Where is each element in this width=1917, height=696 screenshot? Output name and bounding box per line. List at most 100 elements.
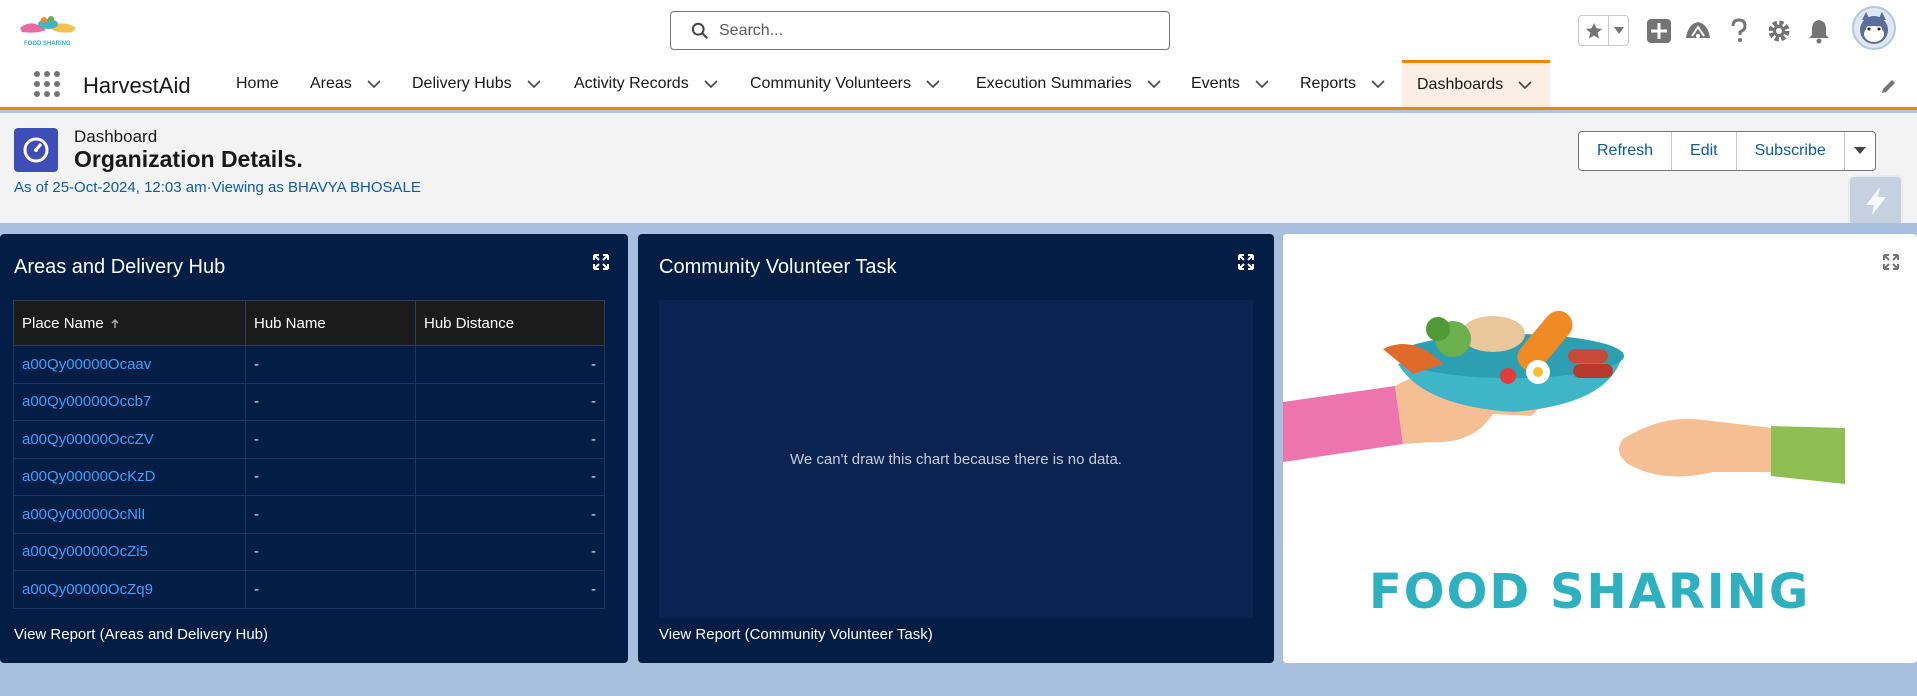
food-sharing-logo[interactable]: FOOD SHARING bbox=[16, 12, 82, 48]
edit-button[interactable]: Edit bbox=[1672, 132, 1737, 170]
page-title: Organization Details. bbox=[74, 146, 303, 172]
table-row: a00Qy00000Ocaav - - bbox=[13, 345, 605, 384]
hub-distance-cell: - bbox=[415, 382, 605, 421]
app-launcher-icon[interactable] bbox=[33, 70, 61, 98]
floating-lightning-button[interactable] bbox=[1848, 175, 1903, 227]
column-header-hub-name[interactable]: Hub Name bbox=[245, 300, 416, 346]
column-header-hub-distance[interactable]: Hub Distance bbox=[415, 300, 605, 346]
expand-icon[interactable] bbox=[593, 254, 609, 270]
hub-name-cell: - bbox=[245, 345, 416, 384]
chevron-down-icon[interactable] bbox=[1517, 77, 1533, 93]
app-navigation-bar: HarvestAid Home Areas Delivery Hubs Acti… bbox=[0, 60, 1917, 110]
nav-tab-label: Execution Summaries bbox=[976, 74, 1132, 92]
dashboard-gauge-icon bbox=[14, 128, 58, 172]
column-header-place-name[interactable]: Place Name bbox=[13, 300, 246, 346]
global-add-icon[interactable] bbox=[1645, 17, 1673, 45]
expand-icon[interactable] bbox=[1238, 254, 1254, 270]
view-report-link[interactable]: View Report (Areas and Delivery Hub) bbox=[14, 626, 268, 643]
nav-tab-delivery-hubs[interactable]: Delivery Hubs bbox=[412, 60, 542, 107]
logo-text: FOOD SHARING bbox=[24, 41, 71, 47]
chevron-down-icon[interactable] bbox=[1370, 76, 1386, 92]
search-icon bbox=[691, 22, 708, 39]
more-actions-button[interactable] bbox=[1844, 132, 1875, 170]
search-input[interactable] bbox=[719, 21, 1139, 40]
help-icon[interactable] bbox=[1725, 17, 1753, 45]
chevron-down-icon[interactable] bbox=[1146, 76, 1162, 92]
food-sharing-image-panel: FOOD SHARING bbox=[1283, 234, 1917, 663]
view-report-link[interactable]: View Report (Community Volunteer Task) bbox=[659, 626, 933, 643]
hub-name-cell: - bbox=[245, 570, 416, 609]
place-name-link[interactable]: a00Qy00000OccZV bbox=[13, 420, 246, 459]
table-row: a00Qy00000OcZi5 - - bbox=[13, 532, 605, 571]
nav-tab-label: Community Volunteers bbox=[750, 74, 911, 92]
community-volunteer-task-panel: Community Volunteer Task We can't draw t… bbox=[638, 234, 1274, 663]
table-row: a00Qy00000Occb7 - - bbox=[13, 382, 605, 421]
notification-bell-icon[interactable] bbox=[1805, 17, 1833, 45]
nav-tab-reports[interactable]: Reports bbox=[1300, 60, 1386, 107]
areas-delivery-hub-panel: Areas and Delivery Hub Place Name Hub Na… bbox=[0, 234, 628, 663]
lightning-icon bbox=[1865, 187, 1886, 215]
app-name: HarvestAid bbox=[83, 73, 191, 98]
nav-tab-community-volunteers[interactable]: Community Volunteers bbox=[750, 60, 941, 107]
place-name-link[interactable]: a00Qy00000OcKzD bbox=[13, 457, 246, 496]
nav-tab-areas[interactable]: Areas bbox=[310, 60, 382, 107]
gear-icon[interactable] bbox=[1765, 17, 1793, 45]
star-icon[interactable] bbox=[1579, 16, 1609, 45]
hub-name-cell: - bbox=[245, 420, 416, 459]
hub-name-cell: - bbox=[245, 532, 416, 571]
nav-tab-label: Reports bbox=[1300, 74, 1357, 92]
chevron-down-icon[interactable] bbox=[925, 76, 941, 92]
table-row: a00Qy00000OccZV - - bbox=[13, 420, 605, 459]
areas-table: Place Name Hub Name Hub Distance a00Qy00… bbox=[13, 300, 605, 609]
hub-distance-cell: - bbox=[415, 345, 605, 384]
chevron-down-icon[interactable] bbox=[366, 76, 382, 92]
favorites-control[interactable] bbox=[1578, 15, 1629, 46]
place-name-link[interactable]: a00Qy00000OcNlI bbox=[13, 495, 246, 534]
nav-tab-label: Areas bbox=[310, 74, 352, 92]
nav-tab-label: Home bbox=[236, 74, 279, 92]
refresh-button[interactable]: Refresh bbox=[1579, 132, 1673, 170]
table-row: a00Qy00000OcKzD - - bbox=[13, 457, 605, 496]
trailhead-icon[interactable] bbox=[1684, 17, 1712, 45]
subscribe-button[interactable]: Subscribe bbox=[1736, 132, 1845, 170]
empty-state-message: We can't draw this chart because there i… bbox=[790, 450, 1122, 468]
chevron-down-icon[interactable] bbox=[1254, 76, 1270, 92]
place-name-link[interactable]: a00Qy00000OcZi5 bbox=[13, 532, 246, 571]
nav-tab-label: Delivery Hubs bbox=[412, 74, 512, 92]
hub-distance-cell: - bbox=[415, 570, 605, 609]
nav-tab-activity-records[interactable]: Activity Records bbox=[574, 60, 719, 107]
favorites-menu-icon[interactable] bbox=[1609, 16, 1628, 45]
dashboard-actions: Refresh Edit Subscribe bbox=[1578, 131, 1876, 171]
caret-down-icon bbox=[1853, 147, 1866, 154]
nav-tab-dashboards[interactable]: Dashboards bbox=[1402, 60, 1550, 107]
global-header: FOOD SHARING bbox=[0, 0, 1917, 60]
expand-icon[interactable] bbox=[1883, 254, 1899, 270]
food-sharing-caption: FOOD SHARING bbox=[1369, 564, 1811, 620]
table-row: a00Qy00000OcZq9 - - bbox=[13, 570, 605, 609]
dashboard-meta: As of 25-Oct-2024, 12:03 am·Viewing as B… bbox=[14, 179, 421, 196]
panel-title: Community Volunteer Task bbox=[659, 256, 897, 278]
nav-tab-label: Dashboards bbox=[1417, 76, 1504, 93]
nav-tab-home[interactable]: Home bbox=[236, 60, 279, 107]
nav-tab-events[interactable]: Events bbox=[1191, 60, 1270, 107]
edit-nav-pencil-icon[interactable] bbox=[1880, 77, 1898, 95]
nav-tab-execution-summaries[interactable]: Execution Summaries bbox=[976, 60, 1162, 107]
table-row: a00Qy00000OcNlI - - bbox=[13, 495, 605, 534]
nav-tab-label: Events bbox=[1191, 74, 1240, 92]
place-name-link[interactable]: a00Qy00000Occb7 bbox=[13, 382, 246, 421]
chevron-down-icon[interactable] bbox=[703, 76, 719, 92]
hub-name-cell: - bbox=[245, 495, 416, 534]
place-name-link[interactable]: a00Qy00000OcZq9 bbox=[13, 570, 246, 609]
hub-distance-cell: - bbox=[415, 457, 605, 496]
sort-ascending-icon[interactable] bbox=[110, 318, 120, 329]
panel-title: Areas and Delivery Hub bbox=[14, 256, 226, 278]
global-search[interactable] bbox=[670, 11, 1170, 50]
chevron-down-icon[interactable] bbox=[526, 76, 542, 92]
dashboard-header: Dashboard Organization Details. As of 25… bbox=[0, 113, 1917, 227]
place-name-link[interactable]: a00Qy00000Ocaav bbox=[13, 345, 246, 384]
chart-empty-state: We can't draw this chart because there i… bbox=[659, 300, 1253, 618]
hub-name-cell: - bbox=[245, 382, 416, 421]
hub-distance-cell: - bbox=[415, 420, 605, 459]
nav-tab-label: Activity Records bbox=[574, 74, 689, 92]
user-avatar[interactable] bbox=[1852, 6, 1896, 50]
